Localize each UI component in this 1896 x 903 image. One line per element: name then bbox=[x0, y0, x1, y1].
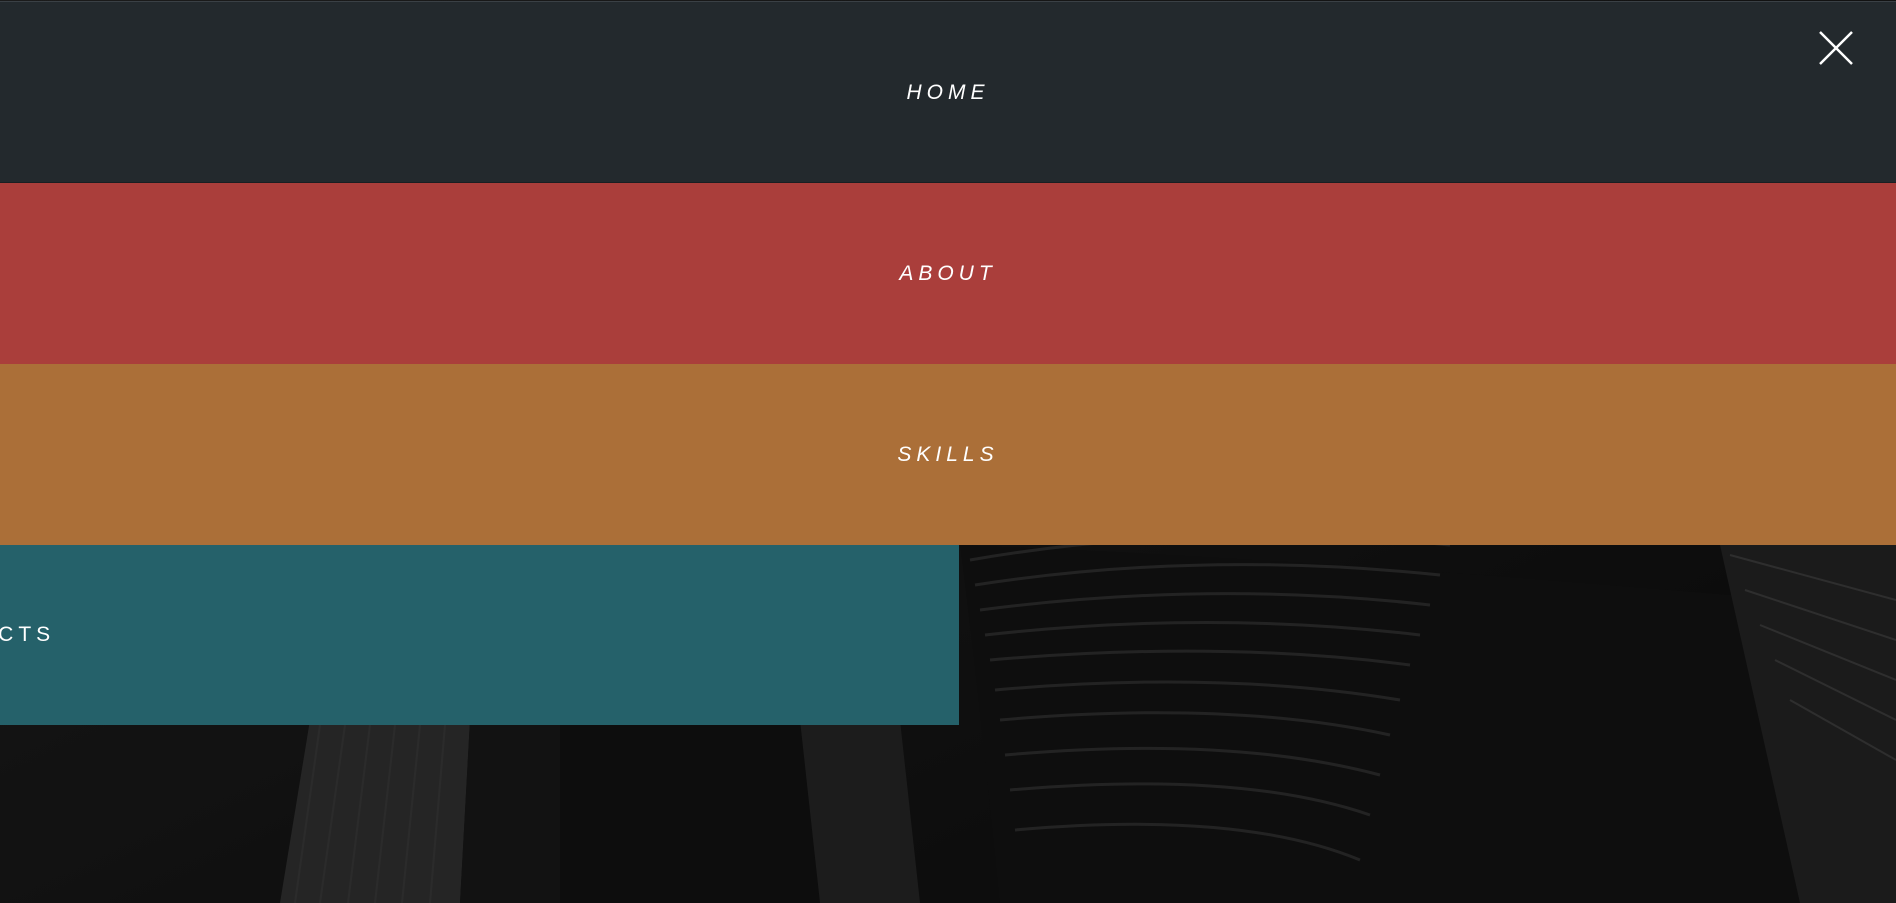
menu-item-about[interactable]: ABOUT bbox=[0, 183, 1896, 364]
menu-item-skills[interactable]: SKILLS bbox=[0, 364, 1896, 545]
close-icon bbox=[1819, 31, 1853, 65]
menu-item-home[interactable]: HOME bbox=[0, 1, 1896, 183]
menu-item-about-label[interactable]: ABOUT bbox=[899, 262, 996, 286]
menu-item-skills-label[interactable]: SKILLS bbox=[897, 443, 998, 467]
close-button[interactable] bbox=[1816, 28, 1856, 68]
menu-item-products[interactable]: UCTS bbox=[0, 545, 959, 725]
page: HOME ABOUT SKILLS UCTS bbox=[0, 0, 1896, 903]
menu-item-products-label[interactable]: UCTS bbox=[0, 623, 55, 647]
menu-item-home-label[interactable]: HOME bbox=[907, 81, 990, 105]
